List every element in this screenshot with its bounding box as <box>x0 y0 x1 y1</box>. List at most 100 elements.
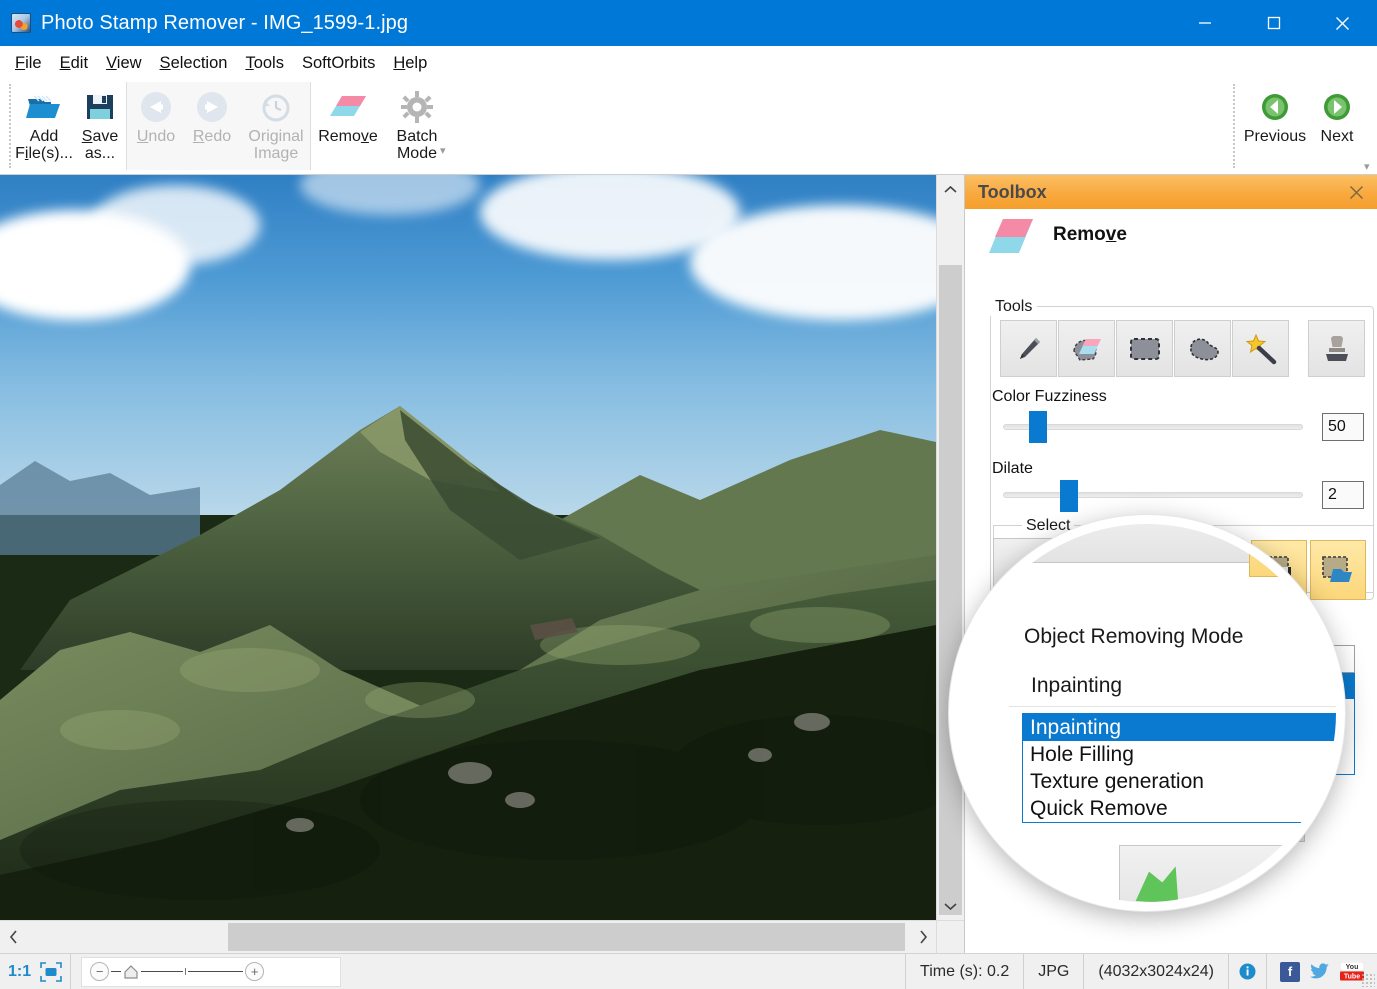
toolbox-mode-row: Remove <box>965 209 1377 261</box>
dilate-slider-track[interactable] <box>1003 492 1303 498</box>
original-image-button[interactable]: Original Image <box>240 82 312 163</box>
resize-grip[interactable] <box>1361 973 1375 987</box>
format-cell: JPG <box>1024 954 1084 989</box>
menu-view[interactable]: View <box>97 51 150 76</box>
menu-tools[interactable]: Tools <box>236 51 293 76</box>
next-arrow-icon <box>1315 88 1359 126</box>
ribbon-divider-right <box>1233 84 1235 168</box>
undo-button[interactable]: Undo <box>128 82 184 145</box>
maximize-button[interactable] <box>1239 0 1308 46</box>
add-files-button[interactable]: Add File(s)... <box>16 82 72 163</box>
next-button[interactable]: Next <box>1306 82 1368 145</box>
horizontal-scroll-thumb[interactable] <box>228 923 905 951</box>
twitter-icon[interactable] <box>1310 962 1330 982</box>
dilate-slider-thumb[interactable] <box>1060 480 1078 512</box>
magnified-option-quick-remove[interactable]: Quick Remove <box>1023 795 1345 822</box>
original-image-label: Original Image <box>248 128 303 163</box>
brush-eraser-tool-button[interactable] <box>1058 320 1115 377</box>
magnified-remove-button[interactable]: Remove <box>1119 845 1345 911</box>
batch-mode-label: Batch Mode <box>397 128 438 163</box>
window-controls <box>1170 0 1377 46</box>
save-as-label: Save as... <box>82 128 118 163</box>
zoom-track-a <box>111 971 121 972</box>
ribbon-collapse-arrow[interactable]: ▾ <box>1364 160 1370 173</box>
menu-bar: FFileile Edit View Selection Tools SoftO… <box>0 46 1377 80</box>
clone-stamp-tool-button[interactable] <box>1308 320 1365 377</box>
info-cell[interactable] <box>1229 954 1267 989</box>
photo-mountains <box>0 370 936 920</box>
gear-icon <box>395 88 439 126</box>
save-as-button[interactable]: Save as... <box>72 82 128 163</box>
title-bar: Photo Stamp Remover - IMG_1599-1.jpg <box>0 0 1377 46</box>
open-folder-icon <box>22 88 66 126</box>
image-canvas[interactable]: SHOT ON MI 9T AI TRIPLE CAMERA <box>0 175 936 920</box>
toolbox-close-icon[interactable] <box>1343 179 1369 205</box>
scroll-up-icon[interactable] <box>937 175 964 203</box>
tool-buttons-row <box>1000 320 1289 377</box>
facebook-icon[interactable]: f <box>1280 962 1300 982</box>
menu-file[interactable]: FFileile <box>6 51 51 76</box>
magnified-mode-combo[interactable]: Inpainting <box>1009 667 1345 707</box>
history-clock-icon <box>254 88 298 126</box>
pencil-tool-button[interactable] <box>1000 320 1057 377</box>
magnified-dropdown-list[interactable]: Inpainting Hole Filling Texture generati… <box>1022 713 1345 823</box>
redo-arrow-icon <box>190 88 234 126</box>
remove-button[interactable]: Remove <box>312 82 384 145</box>
tools-group-legend: Tools <box>990 298 1037 316</box>
color-fuzziness-value[interactable]: 50 <box>1322 413 1364 441</box>
ribbon-group-navigation: Previous Next ▾ <box>1244 82 1368 145</box>
previous-button[interactable]: Previous <box>1244 82 1306 145</box>
stamp-icon <box>1322 333 1352 365</box>
magnified-save-selection-button[interactable] <box>1249 515 1324 577</box>
zoom-ratio-label: 1:1 <box>8 963 31 981</box>
magnified-option-hole-filling[interactable]: Hole Filling <box>1023 741 1345 768</box>
magnified-option-texture-generation[interactable]: Texture generation <box>1023 768 1345 795</box>
rectangle-select-tool-button[interactable] <box>1116 320 1173 377</box>
menu-softorbits[interactable]: SoftOrbits <box>293 51 384 76</box>
brush-eraser-icon <box>1070 333 1104 365</box>
scrollbar-corner <box>936 920 964 953</box>
undo-label: Undo <box>137 128 175 145</box>
svg-text:You: You <box>1346 964 1359 971</box>
menu-help[interactable]: Help <box>384 51 436 76</box>
magnifier-content: Select <box>949 515 1345 911</box>
toolbox-header: Toolbox <box>965 175 1377 209</box>
magic-wand-tool-button[interactable] <box>1232 320 1289 377</box>
redo-button[interactable]: Redo <box>184 82 240 145</box>
magnified-option-inpainting[interactable]: Inpainting <box>1023 714 1345 741</box>
color-fuzziness-slider-track[interactable] <box>1003 424 1303 430</box>
minimize-button[interactable] <box>1170 0 1239 46</box>
ribbon-group-history: Undo Redo <box>128 82 312 163</box>
ribbon-expand-arrow[interactable]: ▾ <box>440 144 446 157</box>
rectangle-marquee-icon <box>1129 336 1161 362</box>
ribbon-group-file: Add File(s)... Save as... <box>16 82 128 163</box>
scroll-right-icon[interactable] <box>910 921 936 953</box>
zoom-slider-widget[interactable]: − + <box>81 957 341 987</box>
zoom-home-handle[interactable] <box>123 964 139 980</box>
zoom-out-icon[interactable]: − <box>90 962 109 981</box>
menu-selection[interactable]: Selection <box>151 51 237 76</box>
dilate-value[interactable]: 2 <box>1322 481 1364 509</box>
canvas-horizontal-scrollbar[interactable] <box>0 920 936 953</box>
zoom-track-c <box>188 971 243 972</box>
zoom-in-icon[interactable]: + <box>245 962 264 981</box>
application-window: Photo Stamp Remover - IMG_1599-1.jpg FFi… <box>0 0 1377 989</box>
magnifier-inner: Select <box>949 515 1345 911</box>
status-spacer <box>349 954 905 989</box>
close-button[interactable] <box>1308 0 1377 46</box>
scroll-left-icon[interactable] <box>0 921 26 953</box>
zoom-ratio-cell: 1:1 <box>0 954 71 989</box>
redo-label: Redo <box>193 128 231 145</box>
lasso-select-tool-button[interactable] <box>1174 320 1231 377</box>
app-icon <box>11 13 31 33</box>
fit-to-screen-icon[interactable] <box>40 962 62 982</box>
lasso-icon <box>1186 335 1220 363</box>
toolbox-title: Toolbox <box>978 182 1047 203</box>
dimensions-cell: (4032x3024x24) <box>1084 954 1229 989</box>
menu-edit[interactable]: Edit <box>51 51 97 76</box>
previous-label: Previous <box>1244 128 1306 145</box>
svg-text:Tube: Tube <box>1344 974 1360 981</box>
add-files-label: Add File(s)... <box>15 128 73 163</box>
photo-mountain-landscape: SHOT ON MI 9T AI TRIPLE CAMERA <box>0 175 936 920</box>
color-fuzziness-slider-thumb[interactable] <box>1029 411 1047 443</box>
